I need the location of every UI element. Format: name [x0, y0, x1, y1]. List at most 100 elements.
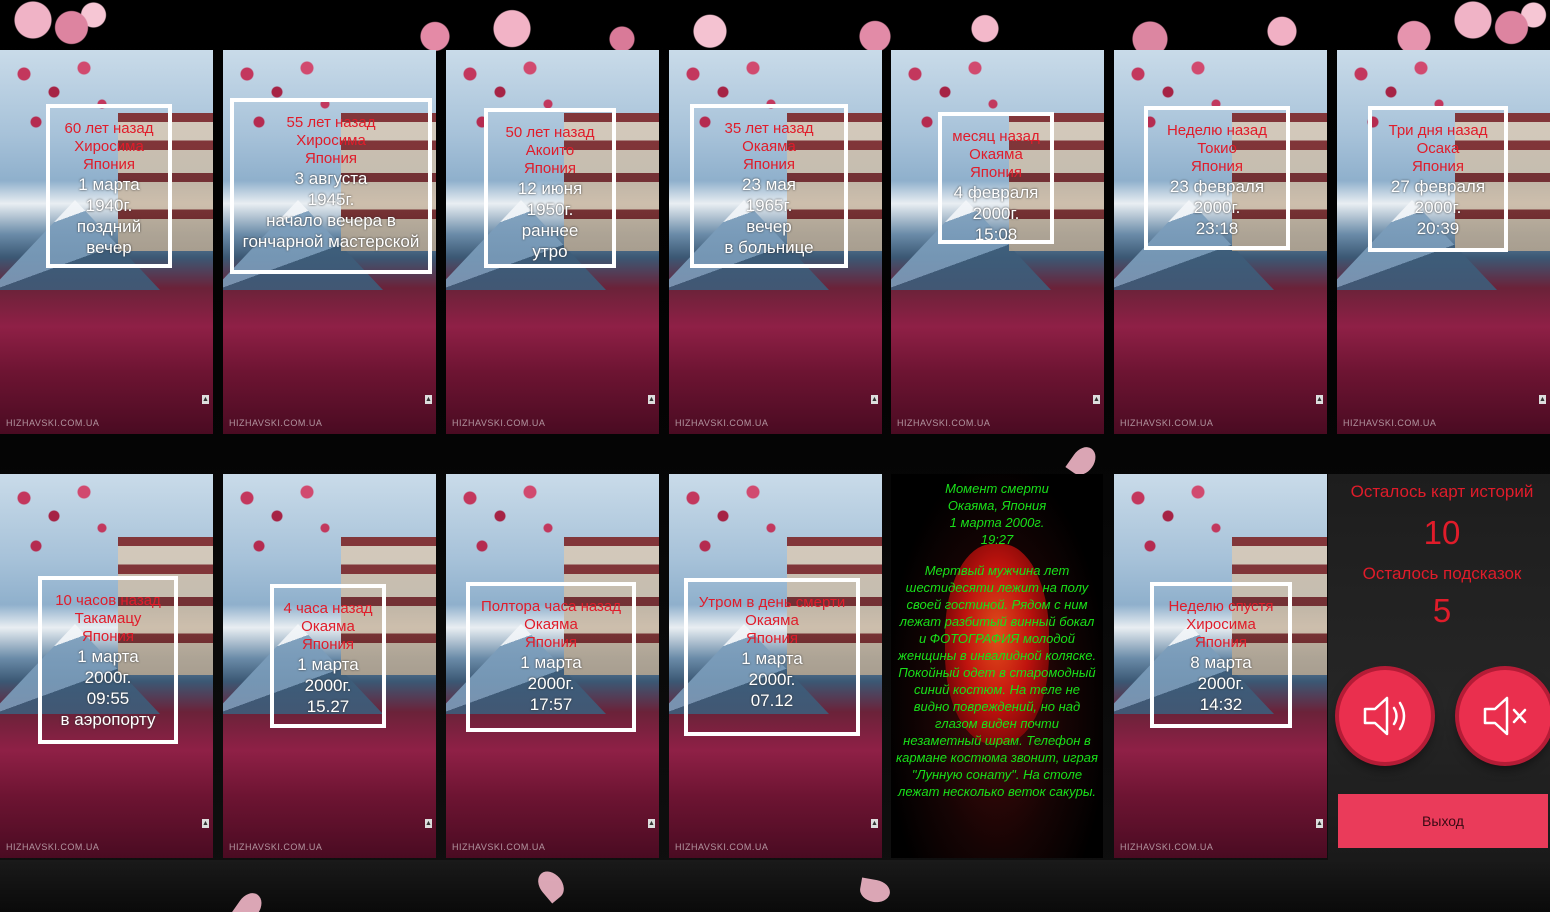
card-ago: 50 лет назад — [505, 124, 595, 141]
card-country: Япония — [742, 156, 796, 173]
card-date: 23 мая — [742, 175, 796, 194]
timeline-card[interactable]: HIZHAVSKI.COM.UA ▲ месяц назад Окаяма Япония… — [891, 50, 1104, 434]
sound-on-button[interactable] — [1339, 670, 1431, 762]
timeline-card[interactable]: HIZHAVSKI.COM.UA ▲ Неделю назад Токио Япония… — [1114, 50, 1327, 434]
card-watermark: HIZHAVSKI.COM.UA — [6, 842, 100, 852]
timeline-card[interactable]: HIZHAVSKI.COM.UA ▲ 50 лет назад Акоито Япони… — [446, 50, 659, 434]
card-label: 10 часов назад Такамацу Япония 1 марта 2000г… — [38, 576, 178, 744]
card-watermark: HIZHAVSKI.COM.UA — [452, 842, 546, 852]
card-corner-icon: ▲ — [1539, 395, 1546, 404]
card-corner-icon: ▲ — [1316, 395, 1323, 404]
card-art-branches — [446, 474, 566, 594]
blossom-decoration-left — [0, 0, 110, 50]
card-time: 14:32 — [1199, 695, 1243, 714]
card-country: Япония — [304, 150, 358, 167]
sound-off-button[interactable] — [1459, 670, 1550, 762]
card-label: 60 лет назад Хиросима Япония 1 марта 1940г. п… — [46, 104, 172, 268]
card-city: Хиросима — [296, 132, 366, 149]
card-country: Япония — [969, 164, 1023, 181]
card-time: поздний — [76, 217, 142, 236]
story-time: 19:27 — [980, 532, 1014, 547]
story-text: Момент смерти Окаяма, Япония 1 марта 200… — [891, 480, 1103, 800]
timeline-card[interactable]: HIZHAVSKI.COM.UA ▲ Неделю спустя Хиросима Яп… — [1114, 474, 1327, 858]
card-city: Такамацу — [74, 610, 142, 627]
card-place: утро — [532, 242, 568, 261]
card-place: вечер — [86, 238, 132, 257]
card-time: 20:39 — [1416, 219, 1460, 238]
timeline-card[interactable]: HIZHAVSKI.COM.UA ▲ Полтора часа назад Окаям… — [446, 474, 659, 858]
card-city: Окаяма — [742, 138, 796, 155]
card-place: гончарной мастерской — [242, 232, 420, 251]
timeline-card[interactable]: HIZHAVSKI.COM.UA ▲ 4 часа назад Окаяма Япони… — [223, 474, 436, 858]
card-date: 23 февраля — [1169, 177, 1265, 196]
timeline-card[interactable]: HIZHAVSKI.COM.UA ▲ 35 лет назад Окаяма Япони… — [669, 50, 882, 434]
story-cards-left-label: Осталось карт историй — [1350, 482, 1534, 501]
card-watermark: HIZHAVSKI.COM.UA — [1120, 842, 1214, 852]
side-panel: Осталось карт историй 10 Осталось подска… — [1328, 474, 1550, 860]
card-ago: 35 лет назад — [724, 120, 814, 137]
card-art-branches — [223, 474, 343, 594]
card-watermark: HIZHAVSKI.COM.UA — [1343, 418, 1437, 428]
card-date: 12 июня — [517, 179, 583, 198]
timeline-card[interactable]: HIZHAVSKI.COM.UA ▲ Три дня назад Осака Япони… — [1337, 50, 1550, 434]
card-date: 3 августа — [294, 169, 368, 188]
card-city: Акоито — [525, 142, 575, 159]
card-ago: Неделю спустя — [1168, 598, 1274, 615]
hints-left-value: 5 — [1432, 592, 1452, 629]
card-date: 8 марта — [1190, 653, 1252, 672]
card-year: 1945г. — [307, 190, 355, 209]
speaker-icon — [1363, 696, 1406, 736]
exit-button[interactable]: Выход — [1338, 794, 1548, 848]
floor-background — [0, 860, 1550, 912]
timeline-card[interactable]: HIZHAVSKI.COM.UA ▲ Утром в день смерти Окая… — [669, 474, 882, 858]
card-city: Окаяма — [745, 612, 799, 629]
card-label: Три дня назад Осака Япония 27 февраля 2000г.… — [1368, 106, 1508, 252]
card-city: Осака — [1416, 140, 1460, 157]
card-corner-icon: ▲ — [425, 395, 432, 404]
card-country: Япония — [523, 160, 577, 177]
card-art-branches — [1114, 474, 1234, 594]
card-time: 15:08 — [974, 225, 1018, 244]
game-board: Момент смерти Окаяма, Япония 1 марта 200… — [0, 0, 1550, 912]
card-watermark: HIZHAVSKI.COM.UA — [229, 842, 323, 852]
card-time: раннее — [521, 221, 579, 240]
card-ago: Полтора часа назад — [480, 598, 622, 615]
card-year: 2000г. — [84, 668, 132, 687]
card-label: месяц назад Окаяма Япония 4 февраля 2000г. 15… — [938, 112, 1054, 244]
card-corner-icon: ▲ — [1093, 395, 1100, 404]
story-title: Момент смерти — [945, 481, 1049, 496]
card-corner-icon: ▲ — [1316, 819, 1323, 828]
card-label: Неделю спустя Хиросима Япония 8 марта 2000г.… — [1150, 582, 1292, 728]
card-ago: 10 часов назад — [55, 592, 161, 609]
card-country: Япония — [745, 630, 799, 647]
card-country: Япония — [82, 156, 136, 173]
card-time: 23:18 — [1195, 219, 1239, 238]
card-ago: 4 часа назад — [283, 600, 373, 617]
story-date: 1 марта 2000г. — [949, 515, 1045, 530]
timeline-card[interactable]: HIZHAVSKI.COM.UA ▲ 55 лет назад Хиросима Япо… — [223, 50, 436, 434]
timeline-card[interactable]: HIZHAVSKI.COM.UA ▲ 60 лет назад Хиросима Япо… — [0, 50, 213, 434]
card-label: 50 лет назад Акоито Япония 12 июня 1950г. ран… — [484, 108, 616, 268]
card-date: 4 февраля — [953, 183, 1039, 202]
card-time: 07.12 — [750, 691, 794, 710]
card-corner-icon: ▲ — [425, 819, 432, 828]
card-year: 1950г. — [526, 200, 574, 219]
card-country: Япония — [1190, 158, 1244, 175]
card-year: 2000г. — [1193, 198, 1241, 217]
card-time: 17:57 — [529, 695, 573, 714]
card-label: Утром в день смерти Окаяма Япония 1 марта 20… — [684, 578, 860, 736]
card-watermark: HIZHAVSKI.COM.UA — [897, 418, 991, 428]
card-time: 09:55 — [86, 689, 130, 708]
card-label: 55 лет назад Хиросима Япония 3 августа 1945г… — [230, 98, 432, 274]
card-label: Полтора часа назад Окаяма Япония 1 марта 200… — [466, 582, 636, 732]
card-ago: 60 лет назад — [64, 120, 154, 137]
card-country: Япония — [81, 628, 135, 645]
timeline-card[interactable]: HIZHAVSKI.COM.UA ▲ 10 часов назад Такамацу Я… — [0, 474, 213, 858]
story-cards-left-value: 10 — [1423, 514, 1461, 551]
card-watermark: HIZHAVSKI.COM.UA — [6, 418, 100, 428]
card-year: 2000г. — [748, 670, 796, 689]
card-city: Окаяма — [524, 616, 578, 633]
card-label: 35 лет назад Окаяма Япония 23 мая 1965г. вече… — [690, 104, 848, 268]
story-card: Момент смерти Окаяма, Япония 1 марта 200… — [891, 474, 1103, 858]
speaker-mute-icon — [1483, 696, 1527, 736]
